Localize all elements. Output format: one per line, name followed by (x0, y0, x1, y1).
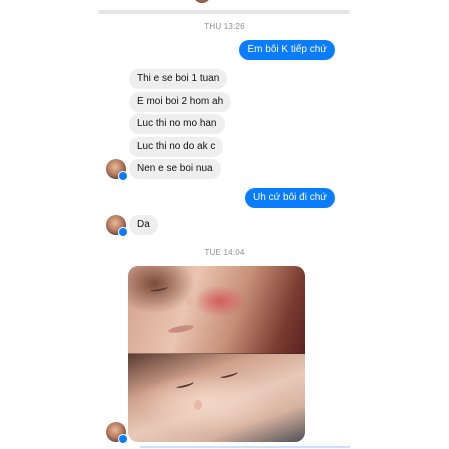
messenger-badge-icon (118, 171, 128, 181)
message-bubble-outgoing[interactable]: Em bôi K tiếp chứ (239, 40, 335, 60)
nose-shape (194, 400, 202, 410)
photo-attachment[interactable] (128, 266, 305, 442)
input-area-edge (140, 446, 350, 448)
eye-shape (175, 379, 195, 390)
previous-message-edge (98, 10, 350, 14)
message-bubble-incoming[interactable]: Luc thi no mo han (129, 114, 225, 134)
lips-shape (167, 323, 195, 335)
eye-shape (219, 369, 239, 380)
message-bubble-outgoing[interactable]: Uh cứ bôi đi chứ (245, 188, 335, 208)
message-bubble-incoming[interactable]: E moi boi 2 hom ah (129, 92, 232, 112)
nose-shape (186, 296, 194, 306)
photo-bottom-face (128, 354, 305, 442)
messenger-badge-icon (118, 434, 128, 444)
message-bubble-incoming[interactable]: Luc thi no do ak c (129, 137, 224, 157)
message-bubble-incoming[interactable]: Da (129, 215, 158, 235)
messenger-badge-icon (118, 227, 128, 237)
message-bubble-incoming[interactable]: Nen e se boi nua (129, 159, 221, 179)
contact-avatar[interactable] (106, 215, 128, 237)
contact-avatar[interactable] (106, 159, 128, 181)
photo-top-face (128, 266, 305, 354)
top-avatar-partial (193, 0, 211, 3)
eye-shape (149, 284, 169, 293)
timestamp-tue: TUE 14:04 (204, 248, 245, 257)
message-bubble-incoming[interactable]: Thi e se boi 1 tuan (129, 69, 228, 89)
timestamp-thu: THU 13:26 (204, 22, 245, 31)
contact-avatar[interactable] (106, 422, 128, 444)
